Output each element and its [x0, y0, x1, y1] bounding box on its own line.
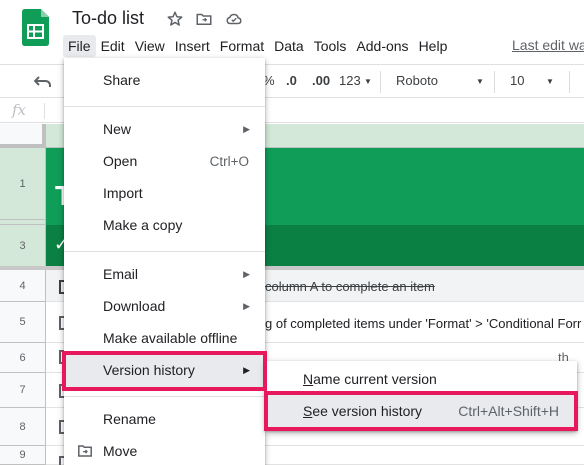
menu-item-label: Import	[103, 185, 143, 201]
menu-help[interactable]: Help	[414, 35, 453, 57]
toolbar-separator	[380, 71, 381, 93]
submenu-arrow-icon: ▶	[243, 124, 250, 134]
menu-separator	[64, 251, 265, 252]
row-header[interactable]: 7	[0, 373, 46, 408]
menu-item-label: Share	[103, 72, 141, 88]
menu-item-email[interactable]: Email ▶	[64, 259, 265, 291]
menu-item-move[interactable]: Move	[64, 436, 265, 465]
menu-item-import[interactable]: Import	[64, 178, 265, 210]
menu-bar: File Edit View Insert Format Data Tools …	[63, 35, 452, 57]
menu-tools[interactable]: Tools	[309, 35, 352, 57]
highlight-box	[264, 391, 578, 431]
row-header[interactable]: 4	[0, 270, 46, 302]
sheets-logo-icon[interactable]	[22, 9, 49, 46]
menu-item-label: Make a copy	[103, 217, 183, 233]
menu-item-rename[interactable]: Rename	[64, 404, 265, 436]
menu-addons[interactable]: Add-ons	[351, 35, 413, 57]
move-folder-icon	[78, 445, 92, 457]
row-header[interactable]: 3	[0, 225, 46, 267]
row-header[interactable]: 1	[0, 148, 46, 220]
select-all-corner[interactable]	[0, 124, 46, 148]
last-edit-link[interactable]: Last edit wa	[512, 37, 584, 53]
cloud-status-icon[interactable]	[225, 10, 243, 28]
number-format-button[interactable]: 123	[339, 73, 361, 88]
menu-file[interactable]: File	[63, 35, 96, 57]
menu-item-make-copy[interactable]: Make a copy	[64, 210, 265, 242]
menu-shortcut: Ctrl+O	[209, 154, 249, 169]
toolbar-separator	[494, 71, 495, 93]
file-menu: Share New ▶ Open Ctrl+O Import Make a co…	[64, 58, 265, 465]
menu-separator	[64, 396, 265, 397]
menu-item-open[interactable]: Open Ctrl+O	[64, 146, 265, 178]
fx-icon: fx	[12, 101, 27, 119]
menu-item-share[interactable]: Share	[64, 65, 265, 97]
caret-down-icon: ▼	[546, 77, 554, 86]
menu-item-label: Rename	[103, 411, 156, 427]
row-5-text: g of completed items under 'Format' > 'C…	[265, 316, 582, 331]
increase-decimal-button[interactable]: .00	[312, 73, 330, 88]
menu-item-label: Download	[103, 298, 166, 314]
menu-separator	[64, 106, 265, 107]
toolbar-separator	[569, 71, 570, 93]
menu-item-label: Open	[103, 153, 138, 169]
menu-data[interactable]: Data	[269, 35, 309, 57]
move-folder-icon[interactable]	[195, 10, 213, 28]
row-header[interactable]: 6	[0, 343, 46, 373]
menu-item-label: Move	[103, 443, 138, 459]
menu-item-label: Email	[103, 266, 139, 282]
document-title[interactable]: To-do list	[72, 8, 144, 29]
menu-insert[interactable]: Insert	[170, 35, 215, 57]
menu-item-download[interactable]: Download ▶	[64, 291, 265, 323]
submenu-arrow-icon: ▶	[243, 301, 250, 311]
submenu-arrow-icon: ▶	[243, 269, 250, 279]
formula-divider	[44, 103, 45, 119]
decrease-decimal-button[interactable]: .0	[286, 73, 297, 88]
caret-down-icon: ▼	[364, 77, 372, 86]
highlight-box	[62, 351, 267, 391]
star-icon[interactable]	[166, 10, 184, 28]
caret-down-icon: ▼	[476, 77, 484, 86]
menu-item-label: Name current version	[303, 371, 437, 387]
row-header[interactable]: 5	[0, 302, 46, 343]
menu-view[interactable]: View	[130, 35, 170, 57]
menu-edit[interactable]: Edit	[96, 35, 130, 57]
font-size-select[interactable]: 10	[510, 73, 524, 88]
row-header[interactable]: 9	[0, 446, 46, 465]
menu-item-label: New	[103, 121, 132, 137]
menu-item-new[interactable]: New ▶	[64, 114, 265, 146]
row-4-text: column A to complete an item	[265, 279, 435, 294]
row-header[interactable]: 8	[0, 408, 46, 446]
font-select[interactable]: Roboto	[396, 73, 438, 88]
menu-format[interactable]: Format	[215, 35, 269, 57]
undo-icon[interactable]	[34, 74, 52, 90]
menu-item-label: Make available offline	[103, 330, 238, 346]
